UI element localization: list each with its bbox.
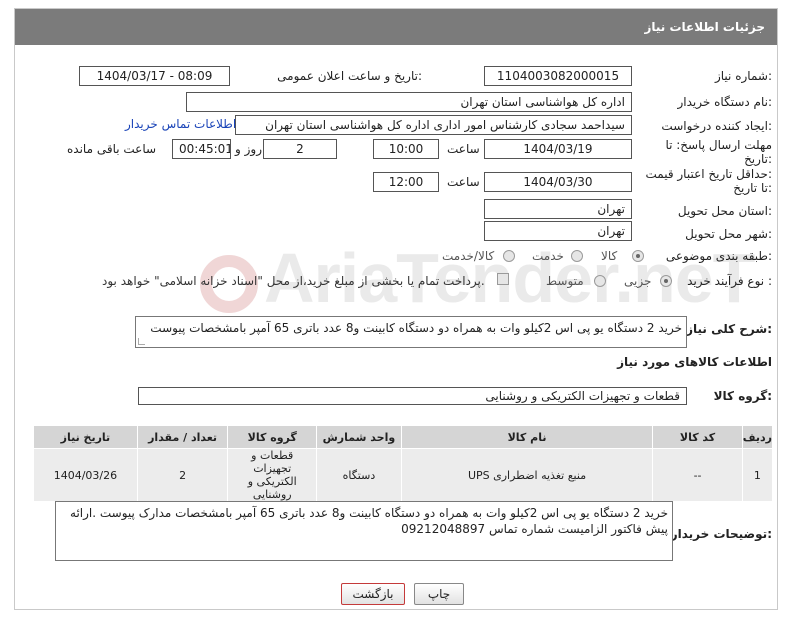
- category-radio-service[interactable]: [571, 250, 583, 262]
- city-field[interactable]: تهران: [484, 221, 632, 241]
- cell-date: 1404/03/26: [33, 448, 138, 502]
- col-group: گروه کالا: [227, 425, 318, 449]
- category-service-label: خدمت: [532, 249, 564, 263]
- buyer-notes-field[interactable]: خرید 2 دستگاه یو پی اس 2کیلو وات به همرا…: [55, 501, 673, 561]
- goods-table: ردیف کد کالا نام کالا واحد شمارش گروه کا…: [33, 425, 774, 502]
- deadline-time-label: ساعت: [447, 142, 480, 156]
- cell-name: منبع تغذیه اضطراری UPS: [400, 448, 654, 502]
- process-minor-label: جزیی: [624, 274, 652, 288]
- cell-unit: دستگاه: [316, 448, 402, 502]
- buyer-notes-text: خرید 2 دستگاه یو پی اس 2کیلو وات به همرا…: [70, 506, 668, 536]
- validity-time-label: ساعت: [447, 175, 480, 189]
- goods-group-label: گروه کالا:: [713, 389, 772, 403]
- need-number-label: شماره نیاز:: [714, 69, 772, 83]
- validity-label-1: حداقل تاریخ اعتبار قیمت:: [645, 167, 772, 181]
- table-header-row: ردیف کد کالا نام کالا واحد شمارش گروه کا…: [33, 425, 774, 449]
- payment-note: پرداخت تمام یا بخشی از مبلغ خرید،از محل …: [102, 274, 485, 288]
- process-radio-minor[interactable]: [660, 275, 672, 287]
- category-label: طبقه بندی موضوعی:: [665, 249, 772, 263]
- buyer-notes-label: توضیحات خریدار:: [670, 527, 772, 541]
- resize-handle-icon[interactable]: [138, 338, 145, 345]
- days-field[interactable]: 2: [263, 139, 337, 159]
- deadline-time-field[interactable]: 10:00: [373, 139, 439, 159]
- col-qty: تعداد / مقدار: [136, 425, 229, 449]
- category-radio-both[interactable]: [503, 250, 515, 262]
- validity-time-field[interactable]: 12:00: [373, 172, 439, 192]
- announce-label: تاریخ و ساعت اعلان عمومی:: [277, 69, 422, 83]
- back-button[interactable]: بازگشت: [341, 583, 405, 605]
- table-row[interactable]: 1 -- منبع تغذیه اضطراری UPS دستگاه قطعات…: [33, 448, 774, 502]
- col-date: تاریخ نیاز: [33, 425, 138, 449]
- goods-group-field[interactable]: قطعات و تجهیزات الکتریکی و روشنایی: [138, 387, 687, 405]
- general-desc-text: خرید 2 دستگاه یو پی اس 2کیلو وات به همرا…: [150, 321, 682, 335]
- col-name: نام کالا: [400, 425, 654, 449]
- deadline-date-field[interactable]: 1404/03/19: [484, 139, 632, 159]
- process-medium-label: متوسط: [546, 274, 584, 288]
- deadline-label-1: مهلت ارسال پاسخ: تا: [665, 138, 772, 152]
- days-label: روز و: [235, 142, 262, 156]
- general-desc-field[interactable]: خرید 2 دستگاه یو پی اس 2کیلو وات به همرا…: [135, 316, 687, 348]
- category-radio-goods[interactable]: [632, 250, 644, 262]
- validity-date-field[interactable]: 1404/03/30: [484, 172, 632, 192]
- buyer-org-field[interactable]: اداره کل هواشناسی استان تهران: [186, 92, 632, 112]
- col-row: ردیف: [741, 425, 774, 449]
- general-desc-label: شرح کلی نیاز:: [686, 322, 772, 336]
- page-header: جزئیات اطلاعات نیاز: [15, 9, 777, 45]
- announce-field[interactable]: 1404/03/17 - 08:09: [79, 66, 230, 86]
- province-field[interactable]: تهران: [484, 199, 632, 219]
- cell-group: قطعات و تجهیزات الکتریکی و روشنایی: [227, 448, 318, 502]
- print-button[interactable]: چاپ: [414, 583, 464, 605]
- remaining-label: ساعت باقی مانده: [67, 142, 157, 156]
- need-number-field[interactable]: 1104003082000015: [484, 66, 632, 86]
- category-both-label: کالا/خدمت: [442, 249, 495, 263]
- cell-qty: 2: [136, 448, 229, 502]
- process-label: نوع فرآیند خرید :: [687, 274, 772, 288]
- province-label: استان محل تحویل:: [677, 204, 772, 218]
- goods-info-title: اطلاعات کالاهای مورد نیاز: [617, 355, 772, 369]
- city-label: شهر محل تحویل:: [685, 227, 772, 241]
- process-radio-medium[interactable]: [594, 275, 606, 287]
- contact-info-link[interactable]: اطلاعات تماس خریدار: [125, 117, 236, 131]
- col-unit: واحد شمارش: [316, 425, 402, 449]
- buyer-org-label: نام دستگاه خریدار:: [677, 95, 773, 109]
- validity-label-2: تا تاریخ:: [733, 181, 772, 195]
- deadline-label-2: تاریخ:: [744, 152, 772, 166]
- cell-code: --: [652, 448, 743, 502]
- cell-row: 1: [741, 448, 774, 502]
- remaining-time-field[interactable]: 00:45:01: [172, 139, 231, 159]
- category-goods-label: کالا: [601, 249, 618, 263]
- creator-field[interactable]: سیداحمد سجادی کارشناس امور اداری اداره ک…: [235, 115, 632, 135]
- payment-checkbox[interactable]: [497, 273, 509, 285]
- col-code: کد کالا: [652, 425, 743, 449]
- creator-label: ایجاد کننده درخواست:: [661, 119, 772, 133]
